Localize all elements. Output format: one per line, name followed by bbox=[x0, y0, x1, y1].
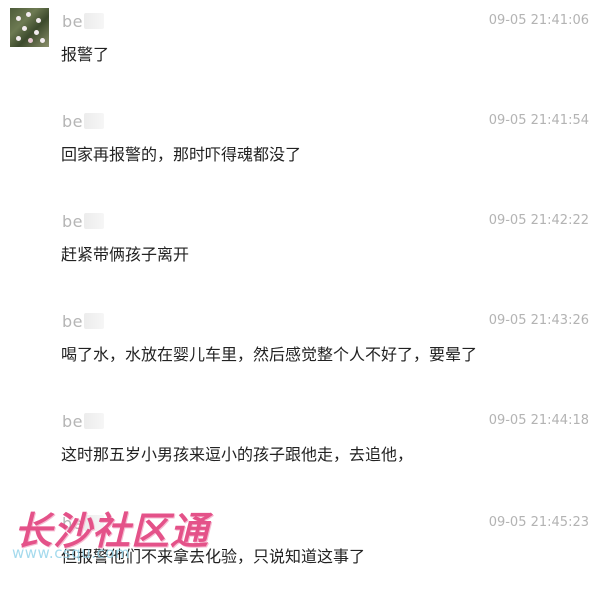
sender-name: be bbox=[62, 514, 104, 533]
message-text: 赶紧带俩孩子离开 bbox=[61, 245, 190, 264]
message-item: be 09-05 21:44:18 这时那五岁小男孩来逗小的孩子跟他走，去追他， bbox=[0, 400, 608, 500]
message-timestamp: 09-05 21:44:18 bbox=[488, 413, 589, 428]
redaction-blur bbox=[84, 313, 104, 329]
message-timestamp: 09-05 21:45:23 bbox=[488, 515, 589, 530]
message-text: 喝了水，水放在婴儿车里，然后感觉整个人不好了，要晕了 bbox=[61, 345, 478, 364]
message-item: be 09-05 21:42:22 赶紧带俩孩子离开 bbox=[0, 200, 608, 300]
sender-name: be bbox=[62, 112, 104, 131]
message-item: be 09-05 21:41:06 报警了 bbox=[0, 0, 608, 100]
redaction-blur bbox=[84, 213, 104, 229]
sender-name: be bbox=[62, 212, 104, 231]
chat-history: be 09-05 21:41:06 报警了 be 09-05 21:41:54 … bbox=[0, 0, 608, 577]
message-item: be 09-05 21:45:23 但报警他们不来拿去化验，只说知道这事了 bbox=[0, 502, 608, 602]
message-text: 报警了 bbox=[61, 45, 110, 64]
message-timestamp: 09-05 21:43:26 bbox=[488, 313, 589, 328]
message-text: 但报警他们不来拿去化验，只说知道这事了 bbox=[61, 547, 366, 566]
sender-name: be bbox=[62, 312, 104, 331]
message-item: be 09-05 21:43:26 喝了水，水放在婴儿车里，然后感觉整个人不好了… bbox=[0, 300, 608, 400]
sender-name: be bbox=[62, 12, 104, 31]
redaction-blur bbox=[84, 13, 104, 29]
message-item: be 09-05 21:41:54 回家再报警的，那时吓得魂都没了 bbox=[0, 100, 608, 200]
avatar[interactable] bbox=[10, 8, 49, 47]
message-timestamp: 09-05 21:42:22 bbox=[488, 213, 589, 228]
message-text: 回家再报警的，那时吓得魂都没了 bbox=[61, 145, 302, 164]
message-text: 这时那五岁小男孩来逗小的孩子跟他走，去追他， bbox=[61, 445, 414, 464]
message-timestamp: 09-05 21:41:06 bbox=[488, 13, 589, 28]
redaction-blur bbox=[84, 113, 104, 129]
redaction-blur bbox=[84, 413, 104, 429]
sender-name: be bbox=[62, 412, 104, 431]
message-timestamp: 09-05 21:41:54 bbox=[488, 113, 589, 128]
redaction-blur bbox=[84, 515, 104, 531]
